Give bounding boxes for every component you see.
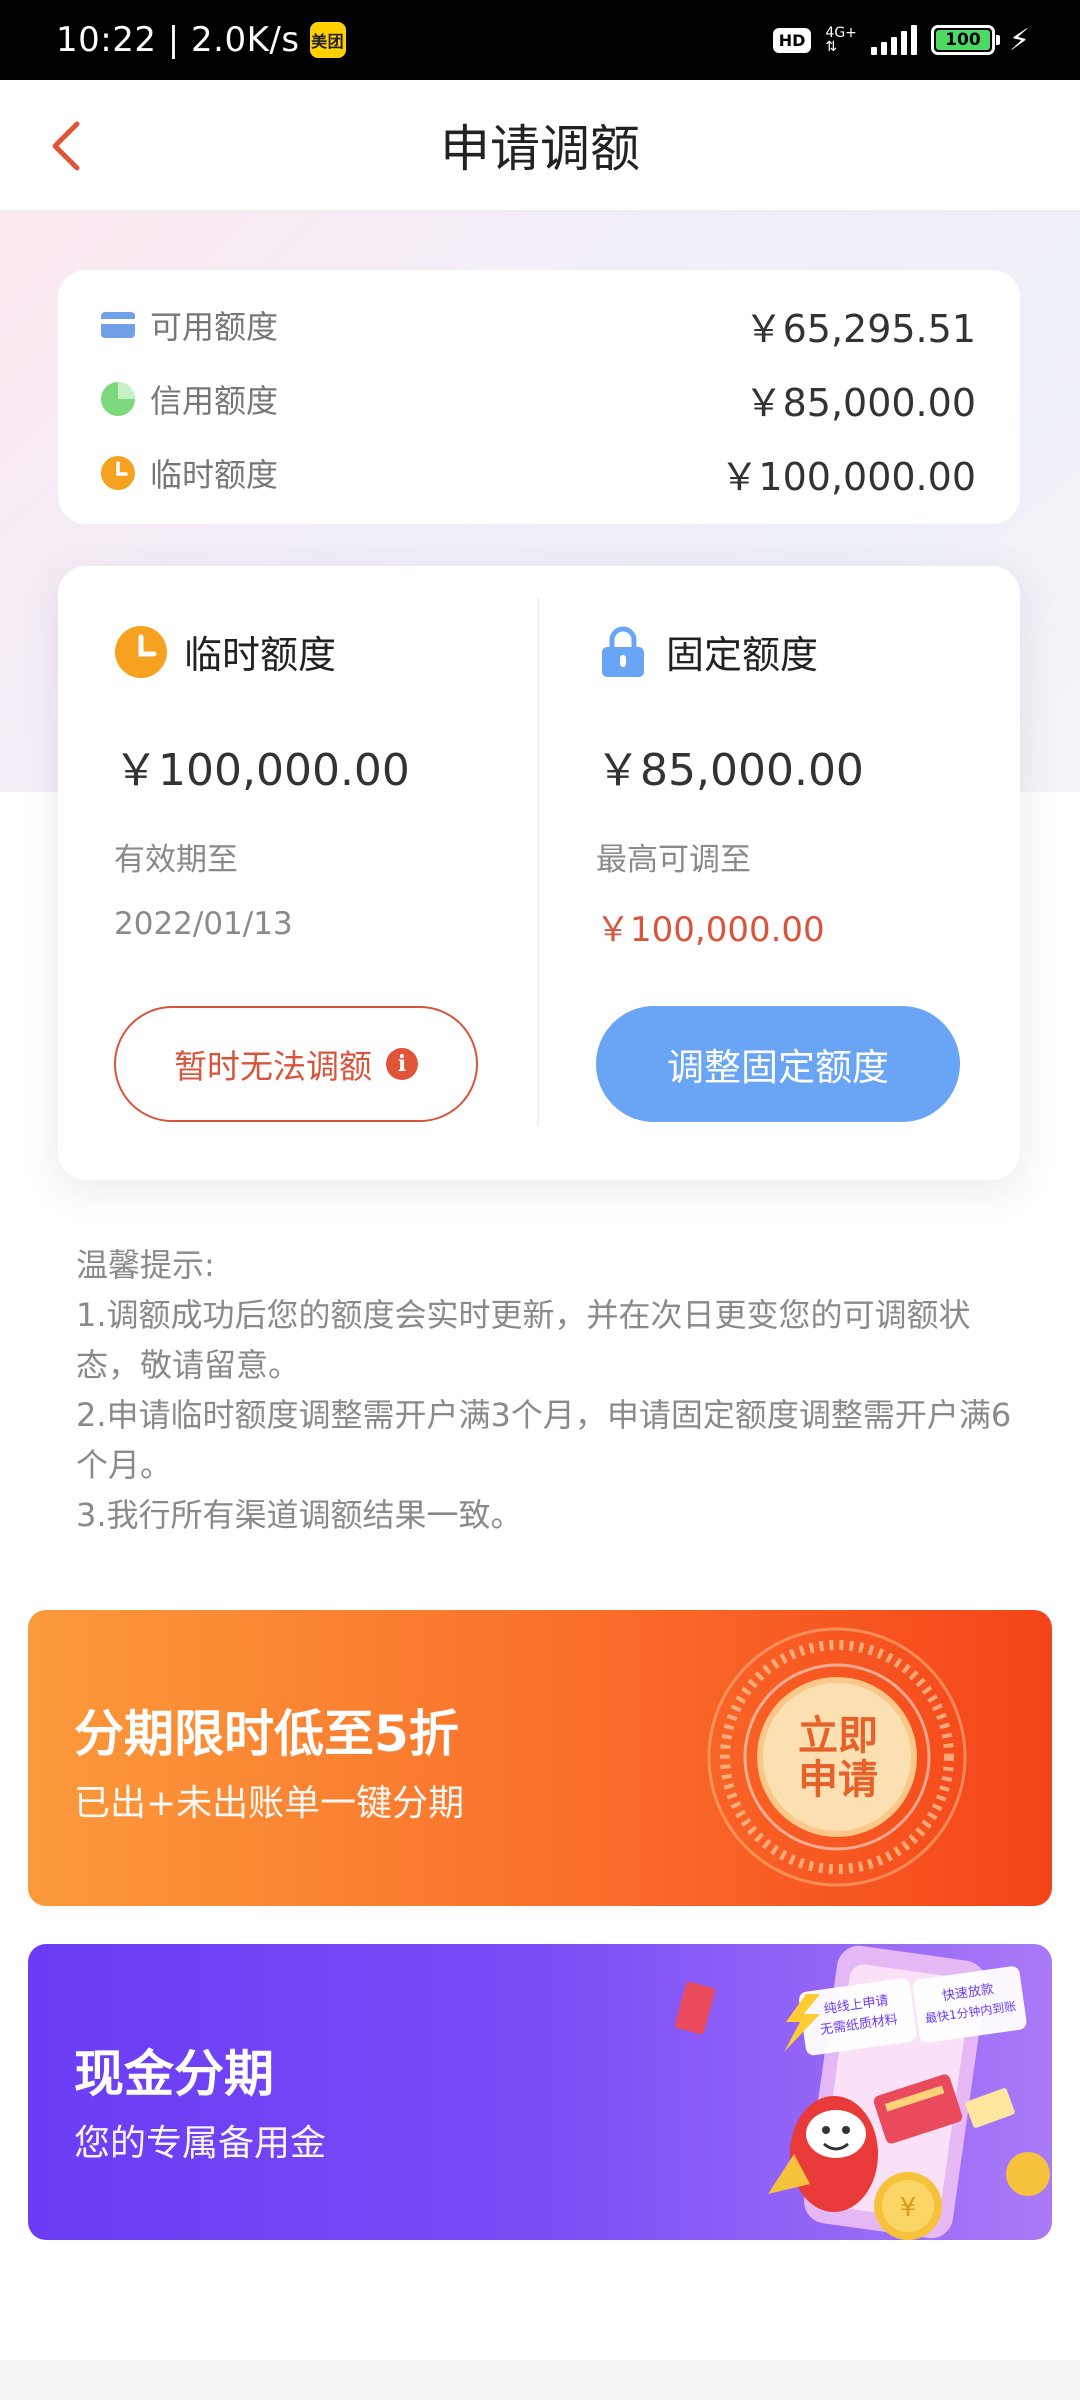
banner-title: 分期限时低至5折 bbox=[74, 1705, 459, 1763]
lock-icon bbox=[596, 625, 650, 679]
tip-line: 2.申请临时额度调整需开户满3个月，申请固定额度调整需开户满6个月。 bbox=[76, 1396, 1012, 1484]
limit-value: ￥100,000.00 bbox=[720, 454, 976, 499]
fixed-limit-column: 固定额度 ￥85,000.00 最高可调至 ￥100,000.00 调整固定额度 bbox=[596, 566, 1016, 1180]
page-title: 申请调额 bbox=[440, 120, 640, 178]
info-icon[interactable]: i bbox=[386, 1048, 418, 1080]
apply-now-stamp-icon[interactable]: 立即 申请 bbox=[704, 1624, 970, 1890]
installment-promo-banner[interactable]: 分期限时低至5折 已出+未出账单一键分期 立即 申请 bbox=[28, 1610, 1052, 1906]
cannot-adjust-label: 暂时无法调额 bbox=[174, 1047, 372, 1086]
temporary-limit-title: 临时额度 bbox=[184, 633, 337, 677]
temporary-limit-column: 临时额度 ￥100,000.00 有效期至 2022/01/13 暂时无法调额 … bbox=[114, 566, 534, 1180]
svg-text:¥: ¥ bbox=[900, 2193, 917, 2223]
limit-label: 临时额度 bbox=[150, 456, 279, 494]
status-left: 10:22 | 2.0K/s 美团 bbox=[56, 20, 346, 60]
limit-row-temporary: 临时额度 ￥100,000.00 bbox=[100, 436, 976, 510]
cannot-adjust-button[interactable]: 暂时无法调额 i bbox=[114, 1006, 478, 1122]
apply-now-label: 立即 申请 bbox=[796, 1714, 880, 1802]
nav-bar: 申请调额 bbox=[0, 80, 1080, 212]
limits-summary-card: 可用额度 ￥65,295.51 信用额度 ￥85,000.00 临时额度 ￥10… bbox=[58, 270, 1020, 524]
limit-left: 临时额度 bbox=[100, 450, 278, 496]
apply-now-line: 申请 bbox=[798, 1757, 878, 1803]
column-divider bbox=[537, 598, 539, 1126]
meituan-app-icon: 美团 bbox=[309, 22, 346, 58]
cash-installment-banner[interactable]: 现金分期 您的专属备用金 纯线上申请 无需纸质材料 快速放款 最快1分钟内到账 … bbox=[28, 1944, 1052, 2240]
hd-icon: HD bbox=[772, 27, 812, 53]
clock-icon bbox=[114, 625, 168, 679]
tips-heading: 温馨提示: bbox=[76, 1246, 215, 1284]
network-type-label: 4G+ bbox=[825, 25, 857, 41]
valid-until-date: 2022/01/13 bbox=[114, 906, 293, 942]
charging-icon: ⚡ bbox=[1008, 22, 1030, 58]
fixed-limit-amount: ￥85,000.00 bbox=[596, 745, 864, 796]
data-arrows-icon: ⇅ bbox=[825, 39, 838, 55]
limit-left: 信用额度 bbox=[100, 376, 278, 422]
banner-subtitle: 已出+未出账单一键分期 bbox=[74, 1783, 465, 1824]
status-right: HD 4G+ ⇅ 100 ⚡ bbox=[772, 22, 1030, 58]
pie-icon bbox=[100, 381, 136, 417]
bottom-strip bbox=[0, 2360, 1080, 2400]
limit-row-available: 可用额度 ￥65,295.51 bbox=[100, 288, 976, 362]
limit-row-credit: 信用额度 ￥85,000.00 bbox=[100, 362, 976, 436]
fixed-limit-title: 固定额度 bbox=[666, 633, 819, 677]
temporary-limit-header: 临时额度 bbox=[114, 624, 336, 679]
limit-left: 可用额度 bbox=[100, 302, 278, 348]
banner-subtitle: 您的专属备用金 bbox=[74, 2123, 327, 2164]
banner-title: 现金分期 bbox=[74, 2045, 274, 2103]
tips-section: 温馨提示: 1.调额成功后您的额度会实时更新，并在次日更变您的可调额状态，敬请留… bbox=[76, 1240, 1016, 1540]
clock-icon bbox=[100, 455, 136, 491]
battery-icon: 100 bbox=[930, 25, 1000, 55]
signal-icon bbox=[870, 25, 917, 55]
limit-label: 信用额度 bbox=[150, 382, 279, 420]
network-type: 4G+ ⇅ bbox=[825, 26, 857, 54]
max-adjustable-label: 最高可调至 bbox=[596, 842, 751, 878]
limit-label: 可用额度 bbox=[150, 308, 279, 346]
fixed-limit-header: 固定额度 bbox=[596, 624, 818, 679]
apply-now-line: 立即 bbox=[798, 1713, 878, 1759]
status-bar: 10:22 | 2.0K/s 美团 HD 4G+ ⇅ 100 ⚡ bbox=[0, 0, 1080, 80]
tip-line: 3.我行所有渠道调额结果一致。 bbox=[76, 1496, 523, 1534]
adjust-fixed-limit-button[interactable]: 调整固定额度 bbox=[596, 1006, 960, 1122]
card-icon bbox=[100, 307, 136, 343]
temporary-limit-amount: ￥100,000.00 bbox=[114, 745, 410, 796]
phone-mascot-illustration: 纯线上申请 无需纸质材料 快速放款 最快1分钟内到账 ¥ bbox=[675, 1945, 1050, 2240]
limit-value: ￥65,295.51 bbox=[744, 306, 976, 351]
adjust-limit-card: 临时额度 ￥100,000.00 有效期至 2022/01/13 暂时无法调额 … bbox=[58, 566, 1020, 1180]
battery-level: 100 bbox=[935, 30, 990, 50]
back-button[interactable] bbox=[30, 110, 102, 182]
max-adjustable-value: ￥100,000.00 bbox=[596, 910, 825, 950]
tip-line: 1.调额成功后您的额度会实时更新，并在次日更变您的可调额状态，敬请留意。 bbox=[76, 1296, 971, 1384]
limit-value: ￥85,000.00 bbox=[744, 380, 976, 425]
valid-until-label: 有效期至 bbox=[114, 842, 238, 878]
status-time-speed: 10:22 | 2.0K/s bbox=[56, 20, 300, 60]
chevron-left-icon bbox=[52, 121, 80, 171]
